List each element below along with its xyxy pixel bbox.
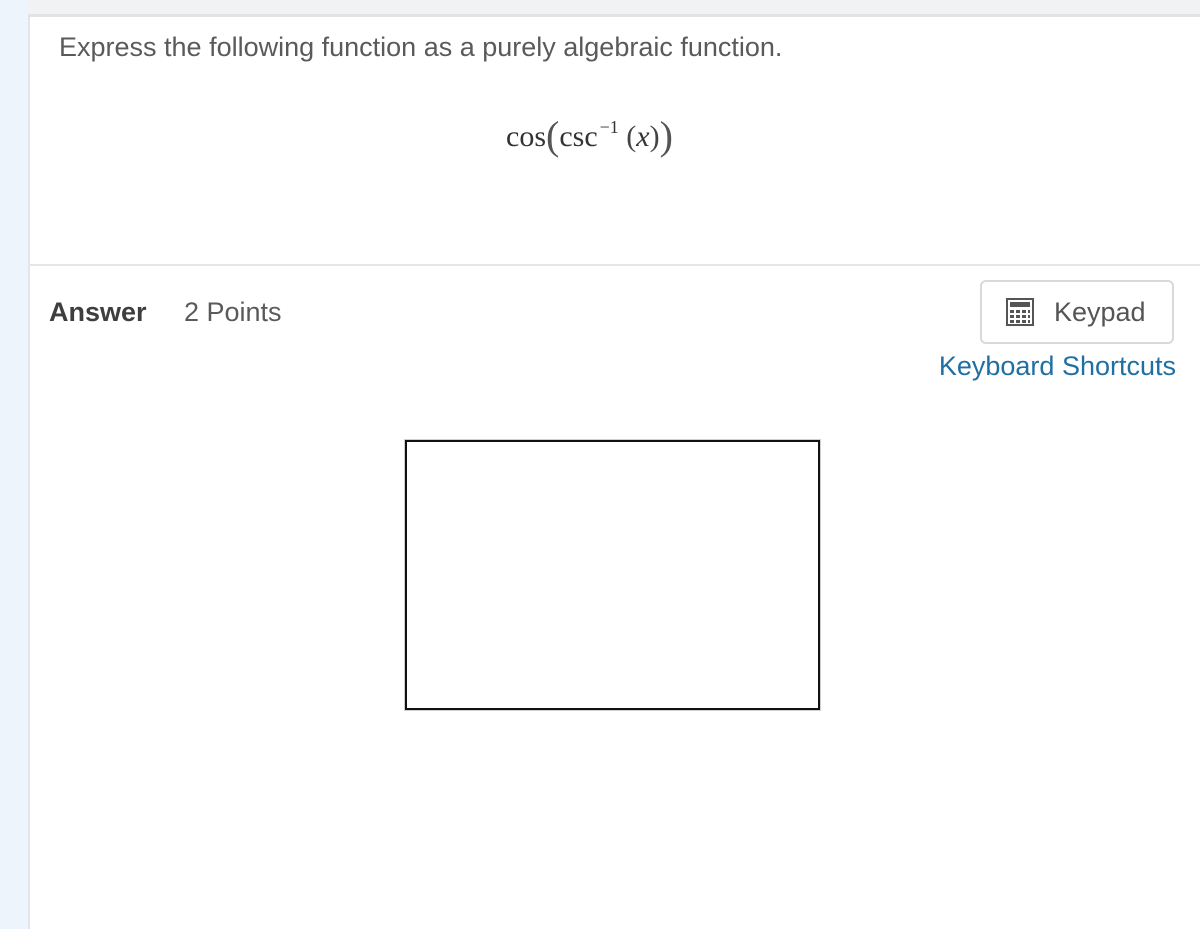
calculator-icon [1006, 298, 1034, 326]
keyboard-shortcuts-link[interactable]: Keyboard Shortcuts [939, 351, 1176, 382]
math-inner-function: csc [559, 120, 598, 153]
math-paren-close-inner: ) [649, 120, 660, 153]
math-expression: cos(csc −1 (x)) [506, 109, 673, 158]
math-variable: x [636, 120, 650, 153]
math-outer-function: cos [506, 120, 546, 153]
math-exponent: −1 [599, 117, 619, 137]
math-paren-close: ) [659, 113, 673, 158]
keypad-button[interactable]: Keypad [980, 280, 1174, 344]
left-rail [0, 0, 30, 929]
question-card: Express the following function as a pure… [30, 17, 1200, 929]
math-paren-open-inner: ( [626, 120, 637, 153]
math-paren-open: ( [546, 113, 560, 158]
question-section: Express the following function as a pure… [30, 17, 1200, 266]
answer-input-box[interactable] [405, 440, 820, 710]
question-prompt: Express the following function as a pure… [59, 32, 783, 62]
answer-label: Answer [49, 297, 147, 327]
points-label: 2 Points [184, 297, 282, 327]
top-strip [28, 0, 1200, 17]
keypad-label: Keypad [1054, 296, 1146, 327]
